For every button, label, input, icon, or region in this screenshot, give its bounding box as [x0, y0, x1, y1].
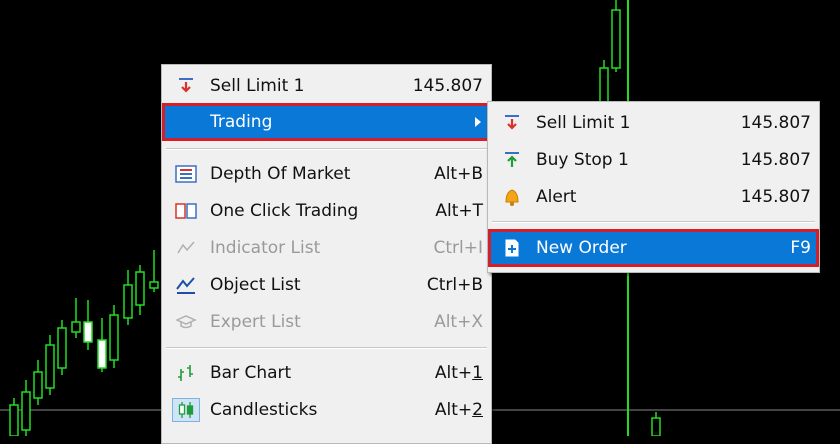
- menu-item-indicator-list[interactable]: Indicator List Ctrl+I: [164, 231, 489, 265]
- menu-item-object-list[interactable]: Object List Ctrl+B: [164, 268, 489, 302]
- sell-limit-icon: [172, 74, 200, 98]
- candle-body: [149, 281, 159, 289]
- menu-item-shortcut: Alt+B: [434, 164, 483, 184]
- chart-context-menu: Sell Limit 1 145.807 Trading Depth Of Ma…: [161, 64, 492, 444]
- candle-body: [57, 327, 67, 369]
- menu-item-label: Candlesticks: [210, 400, 318, 420]
- menu-item-label: Sell Limit 1: [210, 76, 305, 96]
- menu-item-shortcut: Ctrl+I: [433, 238, 483, 258]
- submenu-item-alert[interactable]: Alert 145.807: [490, 180, 817, 214]
- indicator-list-icon: [172, 236, 200, 260]
- menu-item-candlesticks[interactable]: Candlesticks Alt+2: [164, 393, 489, 427]
- menu-item-one-click-trading[interactable]: One Click Trading Alt+T: [164, 194, 489, 228]
- menu-item-label: One Click Trading: [210, 201, 359, 221]
- candle-body: [97, 339, 107, 369]
- menu-item-label: Object List: [210, 275, 301, 295]
- bell-icon: [498, 185, 526, 209]
- expert-list-icon: [172, 310, 200, 334]
- menu-item-label: Expert List: [210, 312, 301, 332]
- menu-item-shortcut: Alt+X: [434, 312, 483, 332]
- candle-body: [123, 284, 133, 319]
- new-order-icon: [498, 236, 526, 260]
- submenu-arrow-icon: [475, 117, 481, 127]
- menu-separator: [166, 347, 487, 349]
- menu-item-sell-limit[interactable]: Sell Limit 1 145.807: [164, 69, 489, 103]
- one-click-trading-icon: [172, 199, 200, 223]
- menu-item-price: 145.807: [740, 113, 811, 133]
- candle-body: [135, 271, 145, 306]
- menu-item-label: Depth Of Market: [210, 164, 351, 184]
- depth-of-market-icon: [172, 162, 200, 186]
- candlesticks-icon: [172, 398, 200, 422]
- menu-item-shortcut: Alt+2: [434, 400, 483, 420]
- candle-body: [33, 371, 43, 399]
- menu-item-shortcut: F9: [790, 238, 811, 258]
- candle-body: [651, 417, 661, 436]
- menu-item-label: Buy Stop 1: [536, 150, 629, 170]
- candle-body: [21, 391, 31, 431]
- menu-item-price: 145.807: [740, 187, 811, 207]
- candle-body: [9, 404, 19, 436]
- menu-item-label: Sell Limit 1: [536, 113, 631, 133]
- menu-item-shortcut: Alt+T: [435, 201, 483, 221]
- candle-body: [45, 344, 55, 389]
- menu-item-price: 145.807: [740, 150, 811, 170]
- menu-item-label: New Order: [536, 238, 627, 258]
- menu-item-label: Alert: [536, 187, 577, 207]
- menu-item-trading[interactable]: Trading: [162, 103, 491, 141]
- menu-item-shortcut: Alt+1: [434, 363, 483, 383]
- sell-limit-icon: [498, 111, 526, 135]
- candle-body: [71, 321, 81, 333]
- menu-separator: [166, 148, 487, 150]
- menu-item-label: Trading: [210, 112, 273, 132]
- submenu-item-new-order[interactable]: New Order F9: [488, 229, 819, 267]
- candle-body: [611, 9, 621, 69]
- menu-item-depth-of-market[interactable]: Depth Of Market Alt+B: [164, 157, 489, 191]
- candle-body: [109, 314, 119, 361]
- menu-item-label: Bar Chart: [210, 363, 292, 383]
- menu-item-expert-list[interactable]: Expert List Alt+X: [164, 305, 489, 339]
- submenu-item-sell-limit[interactable]: Sell Limit 1 145.807: [490, 106, 817, 140]
- menu-separator: [492, 221, 815, 223]
- candle-body: [83, 321, 93, 343]
- buy-stop-icon: [498, 148, 526, 172]
- submenu-item-buy-stop[interactable]: Buy Stop 1 145.807: [490, 143, 817, 177]
- menu-item-label: Indicator List: [210, 238, 321, 258]
- menu-item-bar-chart[interactable]: Bar Chart Alt+1: [164, 356, 489, 390]
- menu-item-shortcut: Ctrl+B: [426, 275, 483, 295]
- bar-chart-icon: [172, 361, 200, 385]
- trading-submenu: Sell Limit 1 145.807 Buy Stop 1 145.807 …: [487, 101, 820, 273]
- object-list-icon: [172, 273, 200, 297]
- menu-item-price: 145.807: [412, 76, 483, 96]
